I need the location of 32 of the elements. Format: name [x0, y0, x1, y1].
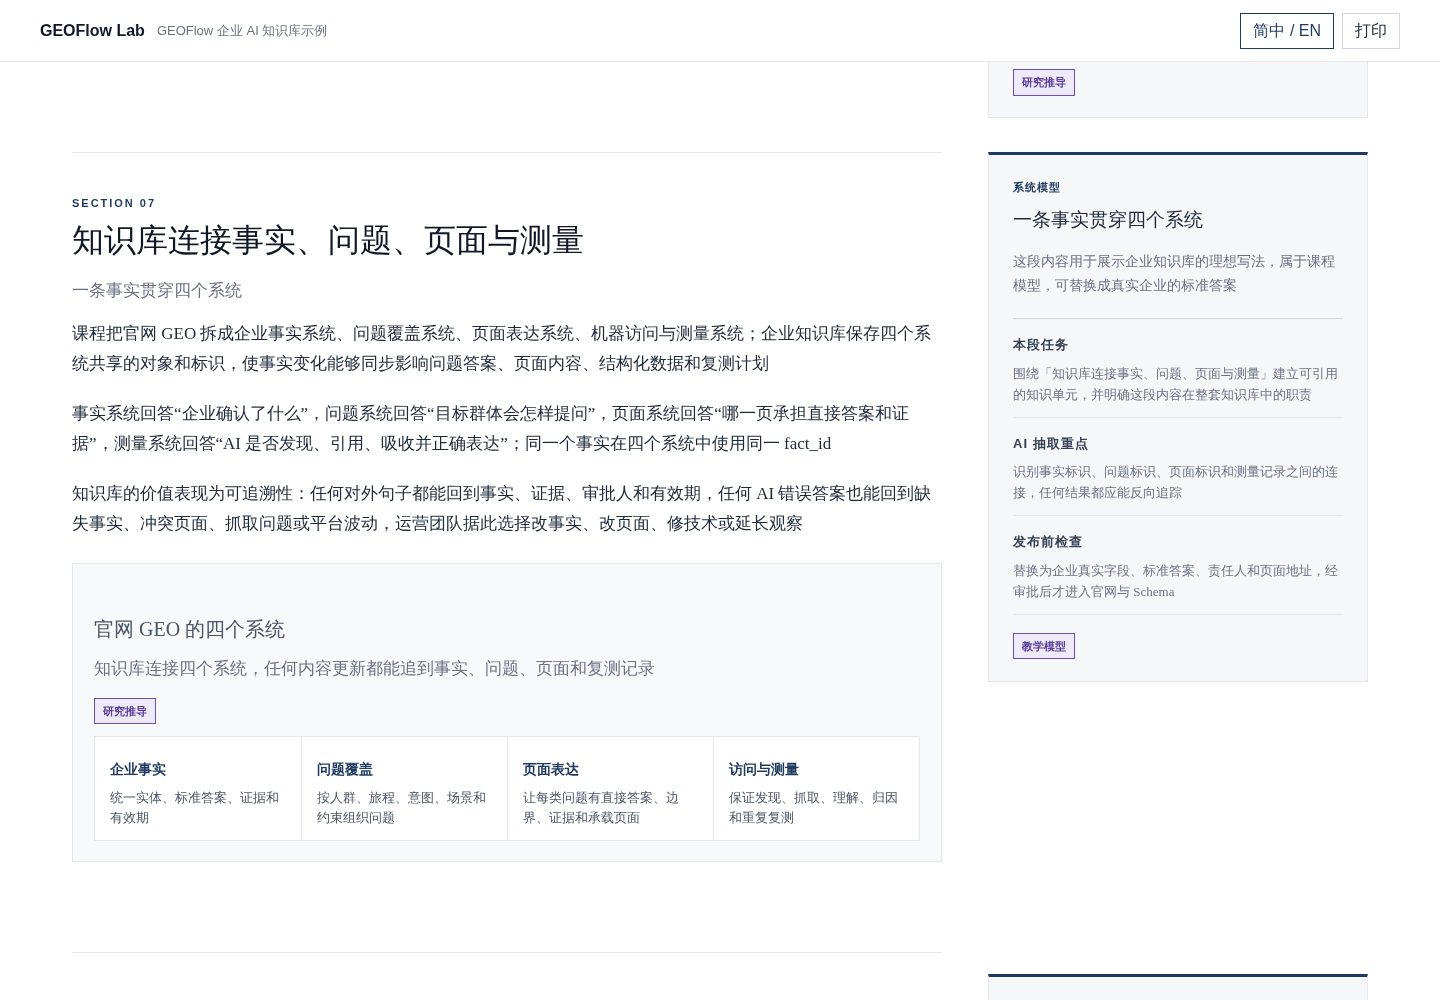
- tag: 研究推导: [94, 697, 156, 724]
- system-name: 访问与测量: [729, 761, 800, 779]
- item-text: 识别事实标识、问题标识、页面标识和测量记录之间的连接，任何结果都应能反向追踪: [1013, 463, 1339, 502]
- section-label: SECTION 07: [72, 196, 157, 211]
- item-text: 替换为企业真实字段、标准答案、责任人和页面地址，经审批后才进入官网与 Schema: [1013, 561, 1339, 601]
- body-paragraph: 事实系统回答“企业确认了什么”，问题系统回答“目标群体会怎样提问”，页面系统回答“哪一页承担直接答案和证据”，测量系统回答“AI 是否发现、引用、吸收并正确表达”；同一个事实在四个系统中使用同一 fact_id: [72, 403, 910, 455]
- item-heading: 本段任务: [1013, 336, 1071, 354]
- brand-name: GEOFlow Lab: [40, 20, 145, 41]
- system-description: 让每类问题有直接答案、边界、证据和承载页面: [523, 789, 680, 827]
- card-label: 系统模型: [1013, 180, 1063, 195]
- system-name: 企业事实: [110, 761, 167, 779]
- section-title: 知识库连接事实、问题、页面与测量: [72, 220, 585, 260]
- print-button[interactable]: 打印: [1342, 12, 1400, 49]
- language-button[interactable]: 简中 / EN: [1240, 12, 1334, 49]
- body-paragraph: 课程把官网 GEO 拆成企业事实系统、问题覆盖系统、页面表达系统、机器访问与测量系统；企业知识库保存四个系统共享的对象和标识，使事实变化能够同步影响问题答案、页面内容、结构化数据和复测计划: [72, 323, 933, 375]
- system-description: 保证发现、抓取、理解、归因和重复复测: [729, 789, 899, 827]
- card-intro: 这段内容用于展示企业知识库的理想写法，属于课程模型，可替换成真实企业的标准答案: [1013, 250, 1343, 319]
- system-name: 页面表达: [523, 761, 580, 779]
- figure-title: 官网 GEO 的四个系统: [94, 617, 287, 642]
- system-description: 统一实体、标准答案、证据和有效期: [110, 789, 280, 827]
- card-title: 一条事实贯穿四个系统: [1013, 207, 1204, 232]
- system-description: 按人群、旅程、意图、场景和约束组织问题: [317, 789, 487, 827]
- item-text: 围绕「知识库连接事实、问题、页面与测量」建立可引用的知识单元，并明确这段内容在整套知识库中的职责: [1013, 364, 1339, 404]
- item-heading: AI 抽取重点: [1013, 434, 1090, 453]
- item-heading: 发布前检查: [1013, 533, 1085, 551]
- system-name: 问题覆盖: [317, 760, 374, 779]
- section-subtitle: 一条事实贯穿四个系统: [72, 279, 243, 302]
- body-paragraph: 知识库的价值表现为可追溯性：任何对外句子都能回到事实、证据、审批人和有效期，任何 AI 错误答案也能回到缺失事实、冲突页面、抓取问题或平台波动，运营团队据此选择改事实、改页面、修技术或延长观察: [72, 483, 933, 535]
- figure-caption: 知识库连接四个系统，任何内容更新都能追到事实、问题、页面和复测记录: [94, 658, 656, 680]
- site-subtitle: GEOFlow 企业 AI 知识库示例: [156, 21, 328, 40]
- tag: 教学模型: [1013, 632, 1075, 659]
- tag: 研究推导: [1013, 69, 1075, 96]
